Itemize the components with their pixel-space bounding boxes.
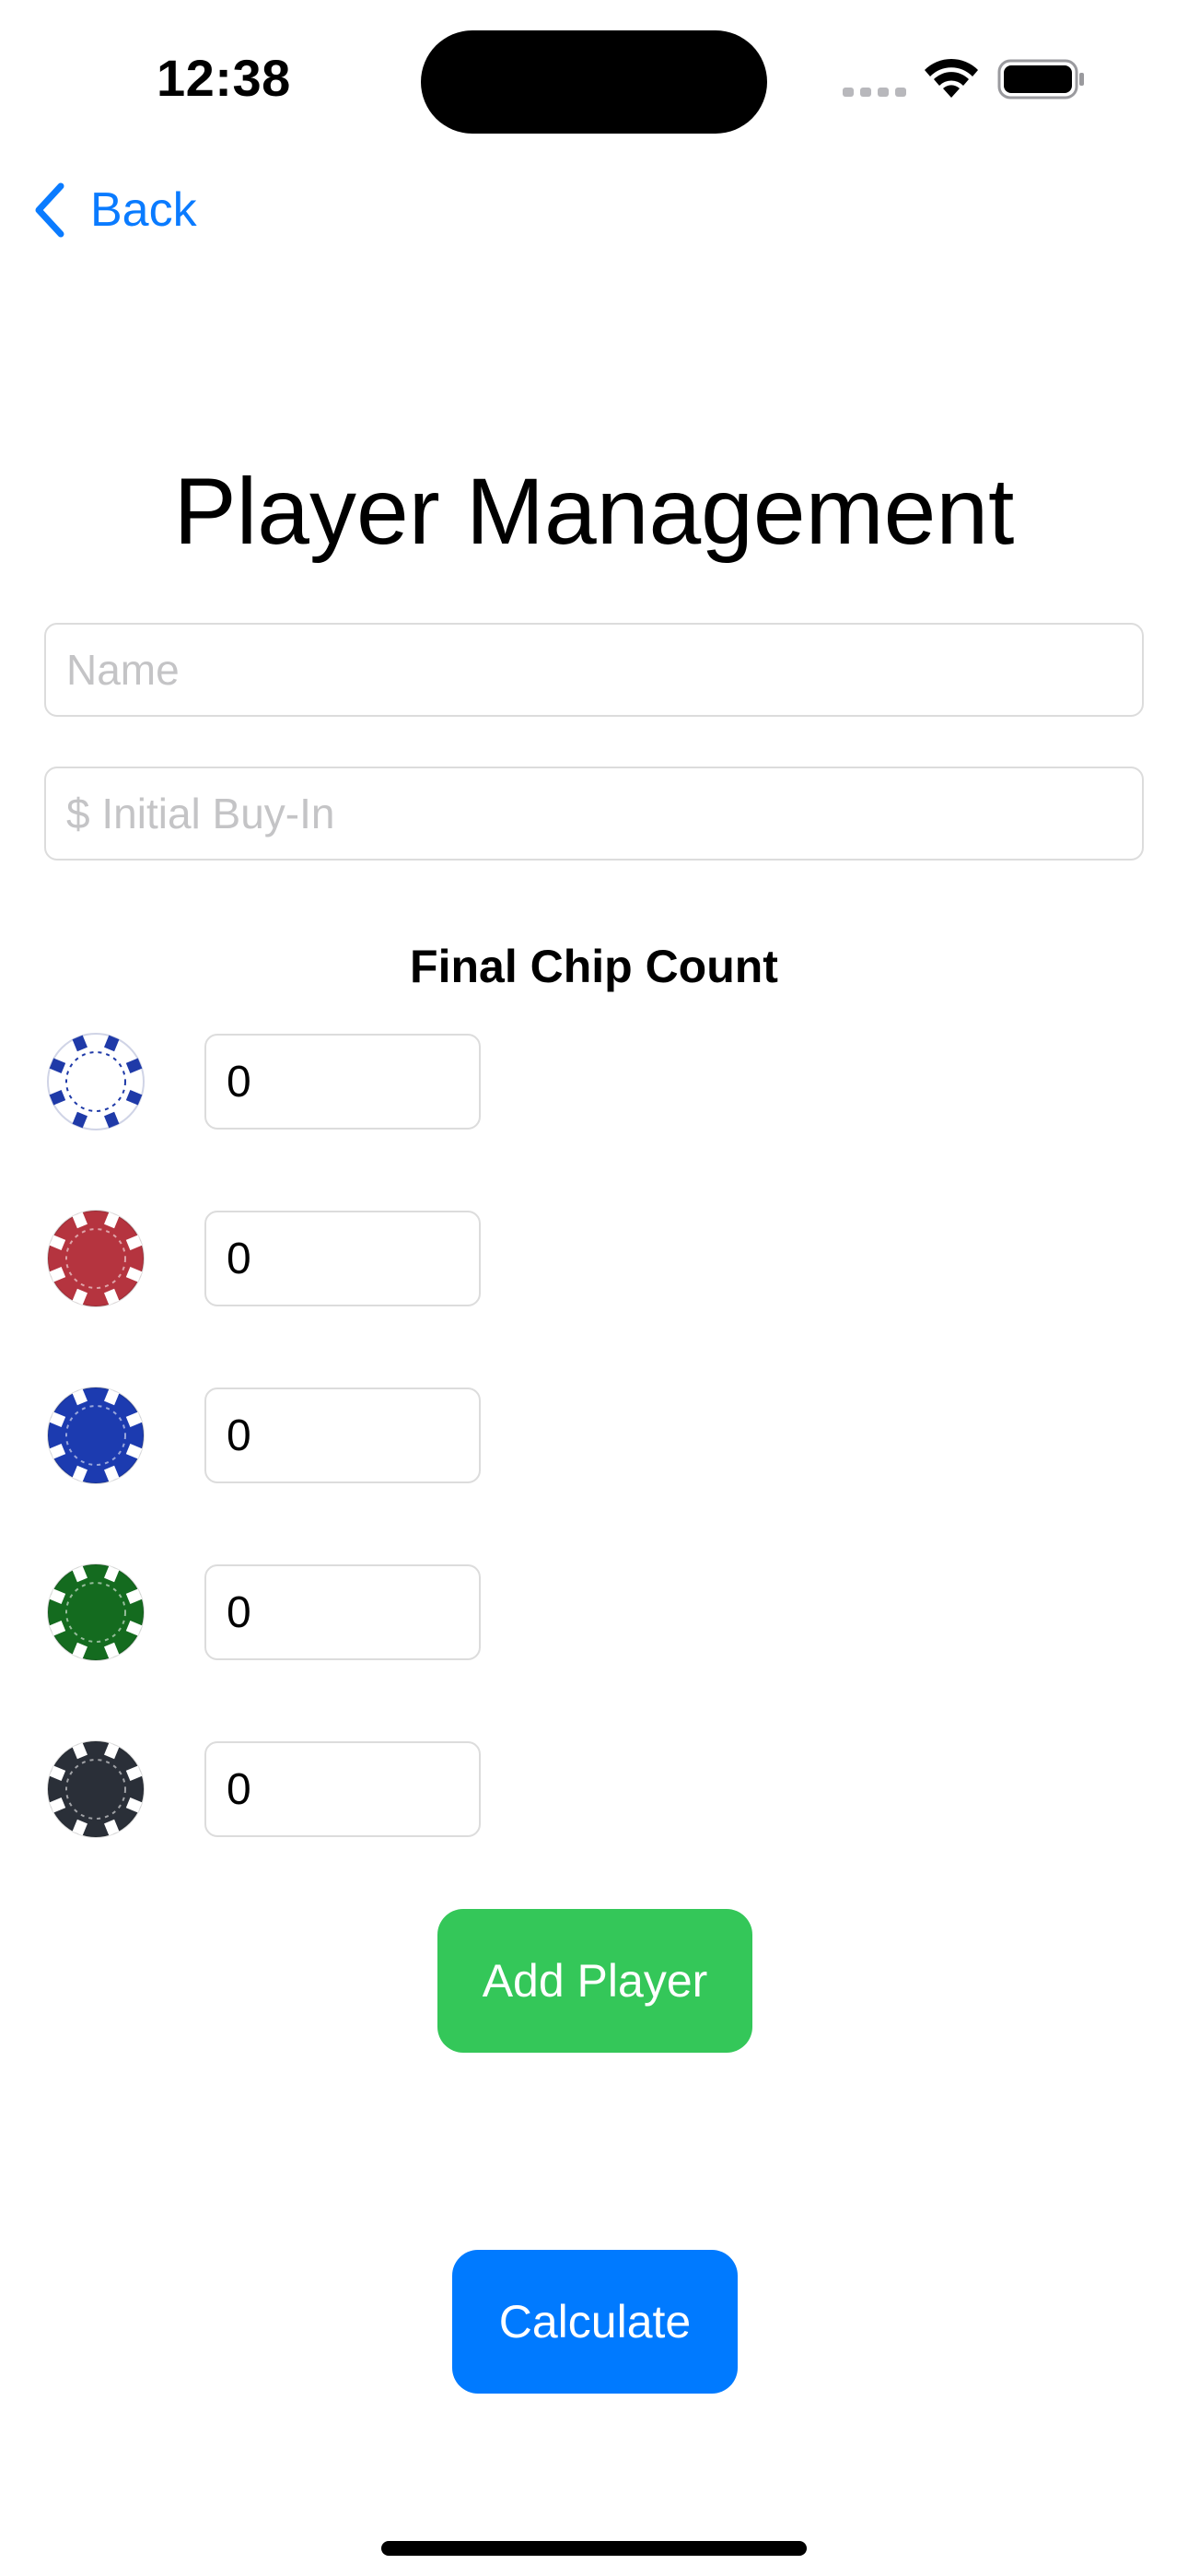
- status-time: 12:38: [157, 49, 291, 107]
- black-chip-count-input[interactable]: [204, 1741, 481, 1837]
- chip-row-red: [44, 1210, 505, 1307]
- chip-row-green: [44, 1563, 505, 1661]
- wifi-icon: [925, 58, 978, 98]
- chip-row-black: [44, 1740, 505, 1838]
- red-poker-chip-icon: [47, 1210, 145, 1307]
- chip-row-white: [44, 1033, 505, 1130]
- green-chip-count-input[interactable]: [204, 1564, 481, 1660]
- battery-icon: [997, 59, 1084, 100]
- final-chip-count-label: Final Chip Count: [410, 941, 778, 992]
- back-button[interactable]: Back: [33, 178, 197, 242]
- chip-row-blue: [44, 1387, 505, 1484]
- white-poker-chip-icon: [47, 1033, 145, 1130]
- black-poker-chip-icon: [47, 1740, 145, 1838]
- page-title: Player Management: [173, 459, 1015, 564]
- initial-buy-in-input[interactable]: [44, 767, 1144, 861]
- add-player-button[interactable]: Add Player: [437, 1909, 752, 2053]
- green-poker-chip-icon: [47, 1563, 145, 1661]
- back-label: Back: [90, 183, 197, 237]
- dynamic-island: [421, 30, 767, 134]
- red-chip-count-input[interactable]: [204, 1211, 481, 1306]
- white-chip-count-input[interactable]: [204, 1034, 481, 1130]
- calculate-button[interactable]: Calculate: [452, 2250, 738, 2394]
- cellular-signal-icon: [843, 88, 906, 97]
- home-indicator: [381, 2541, 807, 2556]
- player-management-screen: 12:38 Back Player Management Final Chip …: [0, 0, 1188, 2576]
- name-input[interactable]: [44, 623, 1144, 717]
- blue-poker-chip-icon: [47, 1387, 145, 1484]
- blue-chip-count-input[interactable]: [204, 1388, 481, 1483]
- chevron-left-icon: [35, 182, 64, 238]
